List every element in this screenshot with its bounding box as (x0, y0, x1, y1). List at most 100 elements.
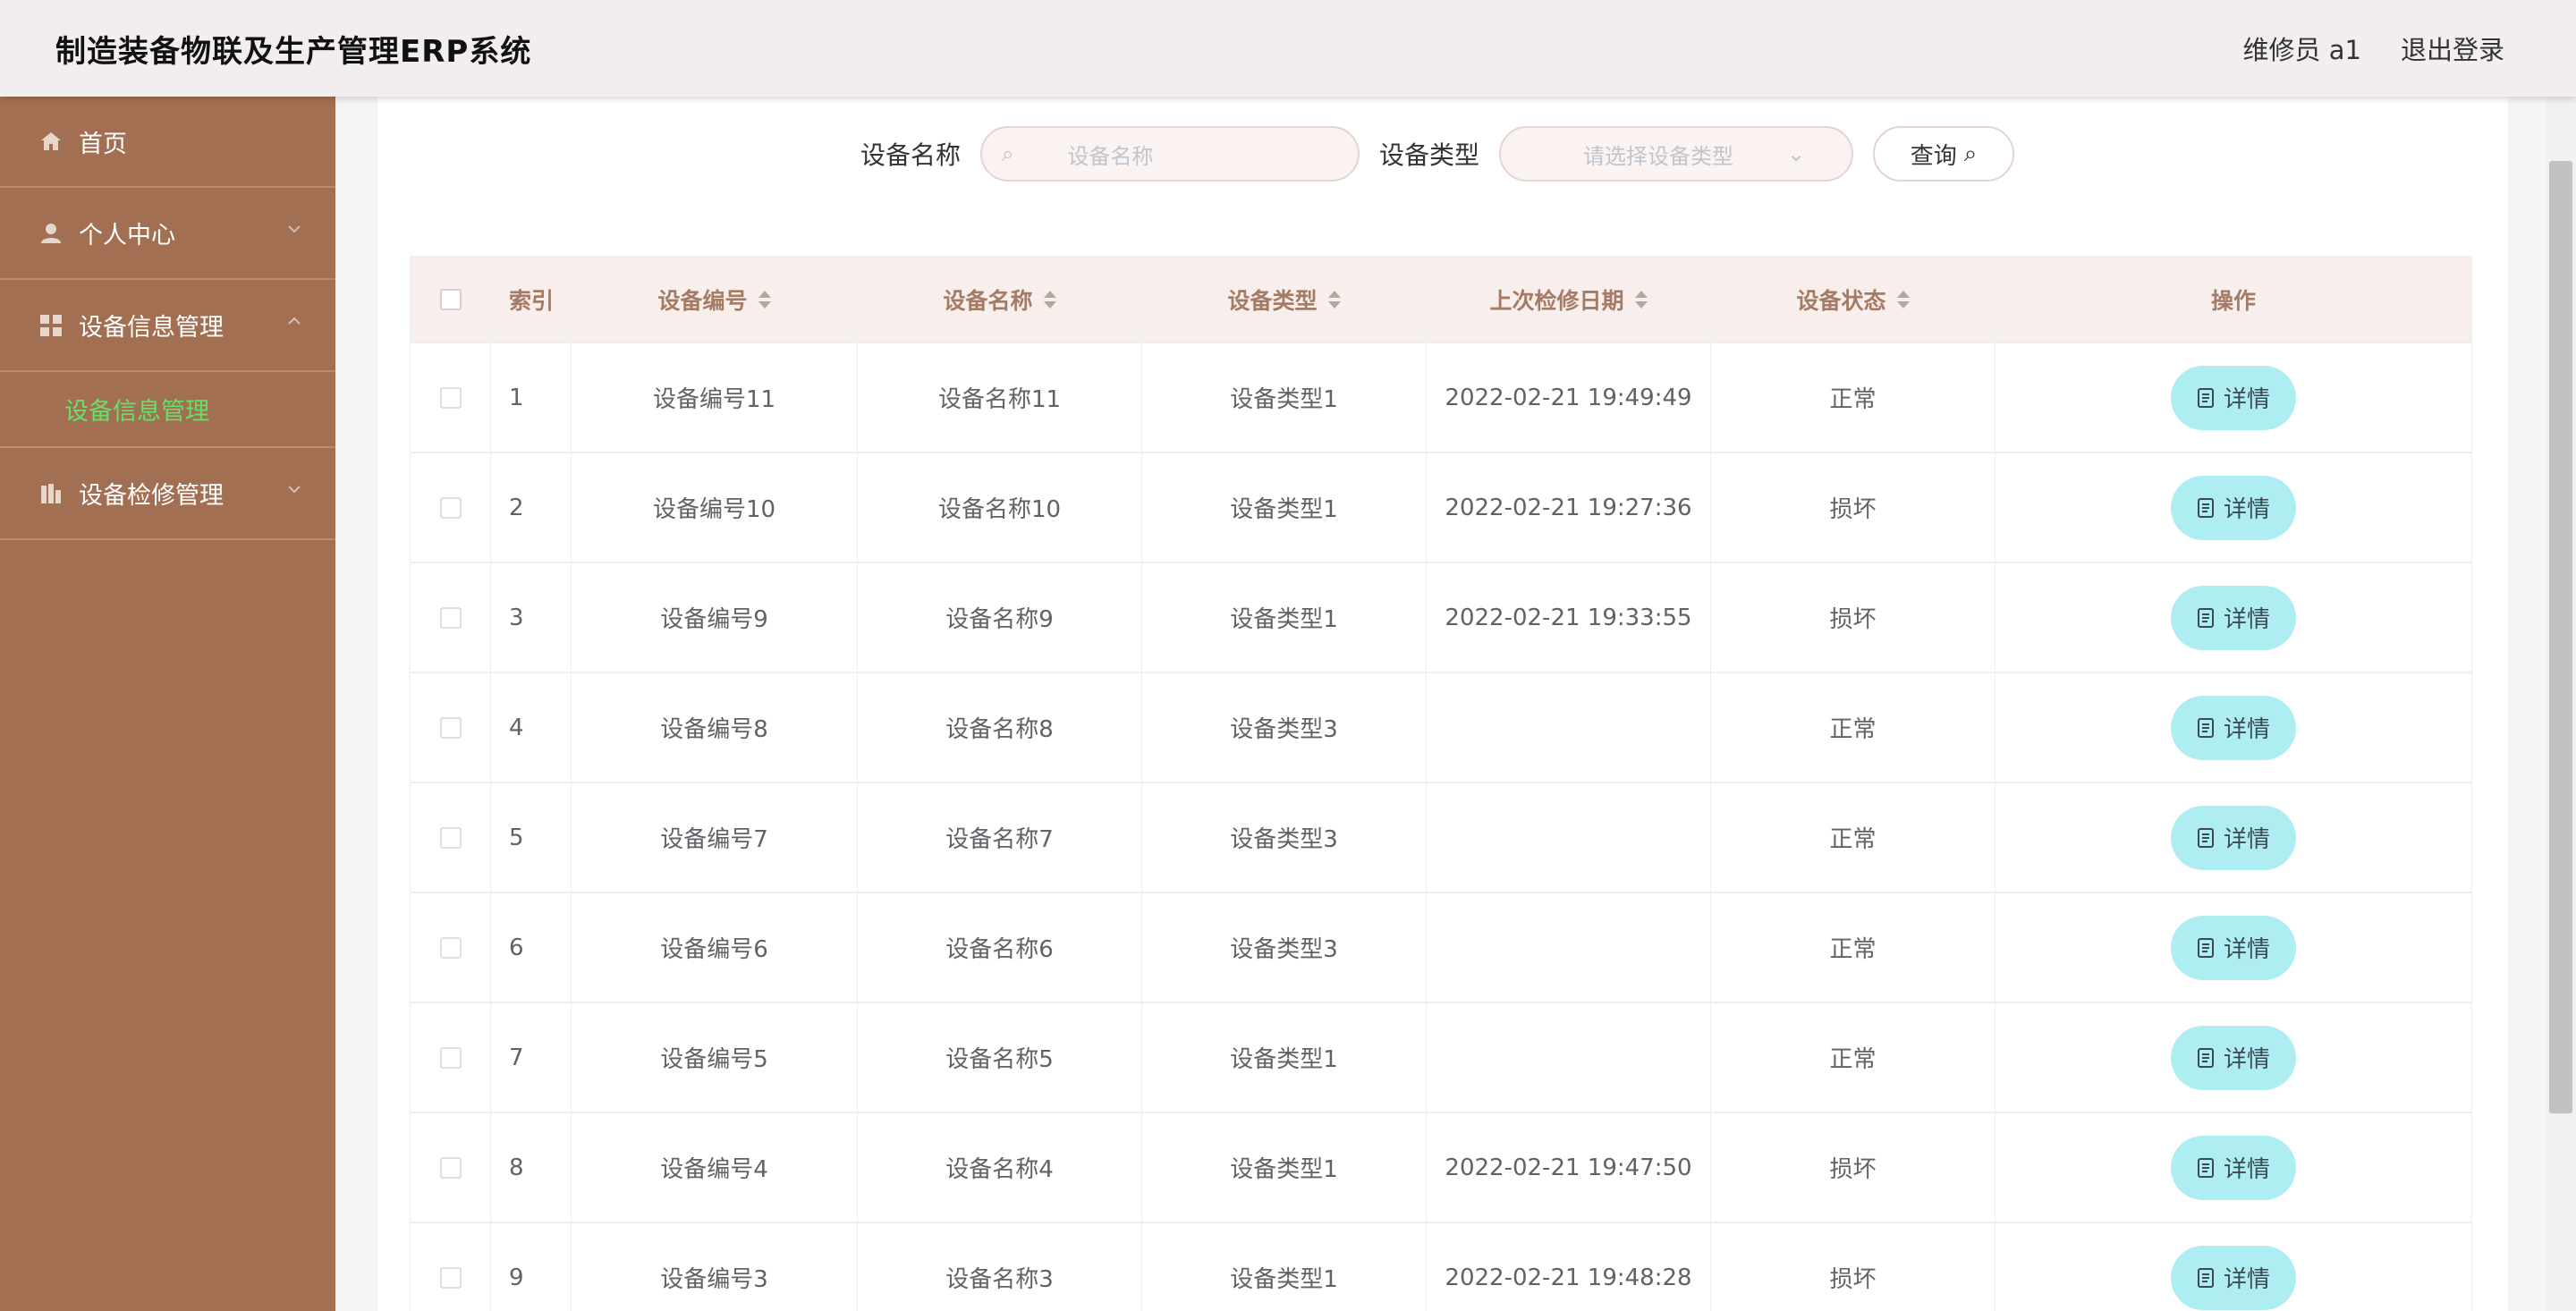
table-row: 3 设备编号9 设备名称9 设备类型1 2022-02-21 19:33:55 损坏 详情 (411, 563, 2471, 673)
cell-code: 设备编号11 (572, 343, 858, 452)
detail-button[interactable]: 详情 (2171, 1025, 2296, 1090)
detail-button[interactable]: 详情 (2171, 475, 2296, 540)
cell-text: 设备名称4 (945, 1156, 1054, 1183)
detail-button[interactable]: 详情 (2171, 585, 2296, 650)
cell-code: 设备编号6 (572, 893, 858, 1002)
row-checkbox[interactable] (439, 826, 462, 849)
detail-button[interactable]: 详情 (2171, 695, 2296, 760)
device-type-select[interactable]: 请选择设备类型 ⌄ (1499, 126, 1854, 182)
column-header-status[interactable]: 设备状态 (1711, 257, 1996, 342)
cell-date (1427, 673, 1711, 782)
logout-link[interactable]: 退出登录 (2401, 30, 2504, 67)
sort-icon[interactable] (1327, 290, 1341, 309)
cell-text: 设备编号3 (660, 1266, 768, 1293)
column-header-type[interactable]: 设备类型 (1142, 257, 1427, 342)
scrollbar-thumb[interactable] (2549, 161, 2572, 1113)
sort-icon[interactable] (1043, 290, 1056, 309)
column-header-date[interactable]: 上次检修日期 (1427, 257, 1711, 342)
device-name-label: 设备名称 (860, 140, 962, 170)
row-select-cell (411, 1003, 491, 1112)
table-row: 8 设备编号4 设备名称4 设备类型1 2022-02-21 19:47:50 损坏 详情 (411, 1113, 2471, 1223)
row-checkbox[interactable] (439, 386, 462, 409)
detail-button-label: 详情 (2223, 1046, 2270, 1073)
cell-name: 设备名称6 (858, 893, 1142, 1002)
column-header-name[interactable]: 设备名称 (858, 257, 1142, 342)
detail-button[interactable]: 详情 (2171, 365, 2296, 430)
cell-status: 正常 (1711, 783, 1996, 892)
cell-text: 正常 (1829, 716, 1877, 743)
cell-text: 9 (509, 1264, 524, 1291)
column-label: 设备状态 (1796, 287, 1886, 314)
sidebar-subitem-device-info[interactable]: 设备信息管理 (0, 372, 335, 448)
cell-text: 8 (509, 1154, 524, 1181)
cell-name: 设备名称10 (858, 453, 1142, 562)
cell-text: 损坏 (1829, 1266, 1877, 1293)
document-icon (2197, 1157, 2215, 1178)
cell-status: 正常 (1711, 673, 1996, 782)
cell-text: 设备编号10 (652, 496, 776, 523)
sidebar-item-label: 设备信息管理 (79, 314, 224, 342)
cell-text: 设备编号8 (660, 716, 768, 743)
cell-date: 2022-02-21 19:49:49 (1427, 343, 1711, 452)
device-name-input[interactable]: ⌕ 设备名称 (980, 126, 1360, 182)
device-type-label: 设备类型 (1379, 140, 1480, 170)
detail-button-label: 详情 (2223, 606, 2270, 633)
cell-text: 设备名称9 (945, 606, 1054, 633)
row-select-cell (411, 893, 491, 1002)
sort-icon[interactable] (758, 290, 771, 309)
cell-text: 2022-02-21 19:47:50 (1445, 1154, 1692, 1181)
row-checkbox[interactable] (439, 716, 462, 739)
document-icon (2197, 387, 2215, 408)
sidebar-item-profile[interactable]: 个人中心 (0, 188, 335, 280)
chevron-down-icon (288, 225, 301, 233)
row-checkbox[interactable] (439, 1156, 462, 1179)
sidebar-item-label: 个人中心 (79, 222, 175, 250)
cell-text: 设备名称5 (945, 1046, 1054, 1073)
cell-index: 1 (491, 343, 572, 452)
sidebar-item-home[interactable]: 首页 (0, 97, 335, 188)
cell-text: 正常 (1829, 826, 1877, 853)
column-header-code[interactable]: 设备编号 (572, 257, 858, 342)
search-button-label: 查询 (1910, 142, 1957, 170)
cell-type: 设备类型3 (1142, 673, 1427, 782)
column-label: 设备编号 (657, 287, 748, 314)
column-header-actions: 操作 (1996, 257, 2471, 342)
detail-button[interactable]: 详情 (2171, 1135, 2296, 1200)
cell-index: 2 (491, 453, 572, 562)
sidebar-item-device-info[interactable]: 设备信息管理 (0, 280, 335, 372)
sidebar-item-maintenance[interactable]: 设备检修管理 (0, 448, 335, 540)
table-row: 2 设备编号10 设备名称10 设备类型1 2022-02-21 19:27:36 损坏 详… (411, 453, 2471, 563)
document-icon (2197, 827, 2215, 848)
search-button[interactable]: 查询 ⌕ (1873, 126, 2015, 182)
cell-text: 损坏 (1829, 1156, 1877, 1183)
cell-name: 设备名称9 (858, 563, 1142, 672)
device-table: 索引 设备编号 设备名称 设备类型 上次检修日期 设备状态 操作 1 设备编号11… (410, 256, 2472, 1311)
cell-actions: 详情 (1996, 1223, 2471, 1311)
detail-button[interactable]: 详情 (2171, 805, 2296, 870)
row-checkbox[interactable] (439, 1266, 462, 1289)
cell-status: 损坏 (1711, 453, 1996, 562)
cell-text: 2 (509, 494, 524, 521)
document-icon (2197, 717, 2215, 738)
row-checkbox[interactable] (439, 496, 462, 519)
column-label: 操作 (2210, 287, 2256, 314)
cell-index: 5 (491, 783, 572, 892)
row-checkbox[interactable] (439, 606, 462, 629)
column-header-index: 索引 (491, 257, 572, 342)
cell-index: 4 (491, 673, 572, 782)
select-all-checkbox[interactable] (439, 288, 462, 310)
document-icon (2197, 1047, 2215, 1068)
detail-button[interactable]: 详情 (2171, 1245, 2296, 1310)
column-label: 上次检修日期 (1489, 287, 1624, 314)
detail-button-label: 详情 (2223, 936, 2270, 963)
sort-icon[interactable] (1634, 290, 1648, 309)
sort-icon[interactable] (1896, 290, 1910, 309)
cell-text: 设备类型1 (1230, 1046, 1338, 1073)
cell-text: 设备编号5 (660, 1046, 768, 1073)
row-checkbox[interactable] (439, 1046, 462, 1069)
cell-text: 设备编号9 (660, 606, 768, 633)
row-select-cell (411, 343, 491, 452)
detail-button[interactable]: 详情 (2171, 915, 2296, 980)
grid-icon (39, 314, 63, 337)
row-checkbox[interactable] (439, 936, 462, 959)
